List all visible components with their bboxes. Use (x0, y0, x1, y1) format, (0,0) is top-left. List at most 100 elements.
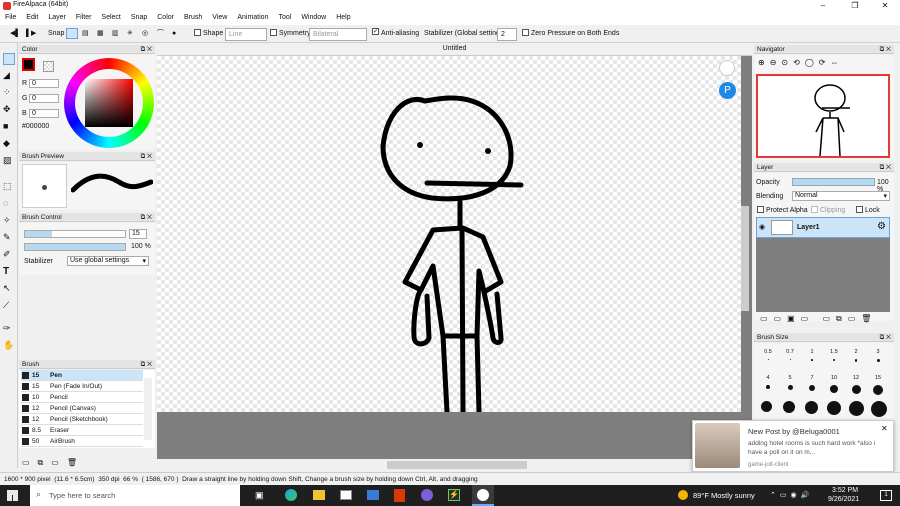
menu-color[interactable]: Color (152, 12, 179, 23)
brush-size-preset-large[interactable] (825, 401, 841, 415)
menu-select[interactable]: Select (96, 12, 125, 23)
magic-wand-icon[interactable]: ✧ (3, 215, 15, 227)
eyedropper-icon[interactable]: ✑ (3, 323, 15, 335)
menu-window[interactable]: Window (296, 12, 331, 23)
brush-size-preset[interactable]: 1 (803, 349, 821, 361)
shape-checkbox[interactable]: Shape (194, 28, 223, 39)
brush-size-preset[interactable]: 2 (847, 349, 865, 362)
select-eraser-icon[interactable]: ✐ (3, 249, 15, 261)
bucket-tool-icon[interactable]: ◆ (3, 138, 15, 150)
mail-icon[interactable] (367, 490, 379, 500)
menu-tool[interactable]: Tool (273, 12, 296, 23)
brush-size-preset[interactable]: 0.5 (759, 349, 777, 360)
dot-tool-icon[interactable]: ⁘ (3, 87, 15, 99)
brush-size-preset[interactable]: 1.5 (825, 349, 843, 361)
snap-vanish-icon[interactable]: ▥ (112, 28, 119, 39)
prev-frame-icon[interactable]: ◀▌ (10, 28, 20, 39)
clock-date[interactable]: 9/26/2021 (828, 496, 859, 503)
snap-off-icon[interactable] (66, 28, 78, 39)
zero-pressure-checkbox[interactable]: Zero Pressure on Both Ends (522, 28, 619, 39)
operation-tool-icon[interactable]: ↖ (3, 283, 15, 295)
menu-brush[interactable]: Brush (179, 12, 207, 23)
lock-checkbox[interactable]: Lock (856, 206, 880, 214)
snap-radial-icon[interactable]: ✳ (127, 28, 133, 39)
notification-close-button[interactable]: ✕ (881, 424, 888, 433)
symmetry-checkbox[interactable]: Symmetry (270, 28, 311, 39)
minimize-button[interactable]: – (808, 0, 838, 12)
layer-actions[interactable]: ▭▭▣▭ ▭⧉▭🗑 (760, 314, 877, 324)
layer-row[interactable]: ◉ Layer1 ⚙ (756, 217, 890, 238)
brush-item[interactable]: 8.5 Eraser (21, 425, 143, 436)
brush-item[interactable]: 50 AirBrush (21, 436, 143, 447)
brush-size-preset[interactable]: 7 (803, 375, 821, 391)
menu-filter[interactable]: Filter (71, 12, 97, 23)
brush-size-preset-large[interactable] (803, 401, 818, 414)
navigator-preview[interactable] (756, 74, 890, 158)
canvas-vscroll[interactable] (741, 206, 749, 311)
hand-tool-icon[interactable]: ✋ (3, 340, 15, 352)
brush-size-preset[interactable]: 10 (825, 375, 843, 393)
file-explorer-icon[interactable] (313, 490, 325, 500)
lasso-tool-icon[interactable]: ◌ (3, 198, 15, 210)
snap-curve-icon[interactable]: ⌒ (157, 28, 164, 39)
brush-item[interactable]: 15 Pen (Fade In/Out) (21, 381, 143, 392)
text-tool-icon[interactable]: T (3, 266, 15, 278)
snap-parallel-icon[interactable]: ▤ (82, 28, 89, 39)
stabilizer-select[interactable]: 2 (497, 28, 517, 41)
office-icon[interactable] (394, 489, 405, 502)
store-icon[interactable] (340, 490, 352, 500)
shape-select[interactable]: Line (225, 28, 267, 41)
b-input[interactable]: 0 (29, 109, 59, 118)
move-tool-icon[interactable]: ✥ (3, 104, 15, 116)
brush-size-preset[interactable]: 4 (759, 375, 777, 389)
brush-size-preset-large[interactable] (847, 401, 864, 416)
brush-size-preset-large[interactable] (869, 401, 887, 417)
g-input[interactable]: 0 (29, 94, 59, 103)
layer-settings-icon[interactable]: ⚙ (877, 221, 886, 232)
brush-size-input[interactable]: 15 (129, 229, 147, 239)
brush-opacity-slider[interactable] (24, 243, 126, 251)
navigator-zoom-icons[interactable]: ⊕⊖⊙⟲◯⟳⇔ (758, 58, 843, 67)
blending-select[interactable]: Normal ▾ (792, 191, 890, 201)
r-input[interactable]: 0 (29, 79, 59, 88)
select-pen-icon[interactable]: ✎ (3, 232, 15, 244)
brush-size-preset[interactable]: 15 (869, 375, 887, 395)
canvas-area[interactable]: P (157, 56, 752, 469)
symmetry-select[interactable]: Bilateral (309, 28, 367, 41)
brush-list-actions[interactable]: ▭⧉▭🗑 (22, 458, 85, 468)
brush-item[interactable]: 12 Pencil (Sketchbook) (21, 414, 143, 425)
fill-shape-icon[interactable]: ■ (3, 121, 15, 133)
menu-animation[interactable]: Animation (232, 12, 273, 23)
pen-tool-icon[interactable] (3, 53, 15, 65)
protect-alpha-checkbox[interactable]: Protect Alpha (757, 206, 808, 214)
next-frame-icon[interactable]: ▌▶ (26, 28, 36, 39)
community-icon[interactable]: P (719, 82, 736, 99)
divide-tool-icon[interactable]: ⟋ (3, 300, 15, 312)
maximize-button[interactable]: ❐ (840, 0, 870, 12)
brush-item[interactable]: 15 Pen (21, 370, 143, 381)
hue-ring[interactable] (64, 58, 154, 148)
close-button[interactable]: ✕ (870, 0, 900, 12)
firealpaca-taskbar-icon[interactable] (472, 485, 494, 506)
brush-list-scrollbar[interactable] (144, 378, 152, 440)
transparent-color-swatch[interactable] (43, 61, 54, 72)
alpaca-avatar-icon[interactable] (719, 60, 735, 76)
layer-name[interactable]: Layer1 (797, 224, 820, 231)
brush-size-preset-large[interactable] (759, 401, 772, 412)
edge-icon[interactable] (285, 489, 297, 501)
anti-aliasing-checkbox[interactable]: Anti-aliasing (372, 28, 419, 39)
system-tray-icons[interactable]: ⌃▭◉🔊 (770, 491, 813, 499)
menu-layer[interactable]: Layer (43, 12, 71, 23)
select-tool-icon[interactable]: ⬚ (3, 181, 15, 193)
weather-text[interactable]: 89°F Mostly sunny (693, 491, 755, 500)
drawing-canvas[interactable] (157, 56, 741, 415)
menu-snap[interactable]: Snap (126, 12, 152, 23)
discord-icon[interactable] (421, 489, 433, 501)
brush-size-preset[interactable]: 5 (781, 375, 799, 390)
canvas-hscroll[interactable] (387, 461, 527, 469)
taskbar-search-box[interactable]: ⌕ Type here to search (30, 485, 240, 506)
clock-time[interactable]: 3:52 PM (832, 487, 858, 494)
menu-edit[interactable]: Edit (21, 12, 43, 23)
task-view-icon[interactable]: ▣ (255, 490, 264, 501)
brush-size-preset[interactable]: 12 (847, 375, 865, 394)
